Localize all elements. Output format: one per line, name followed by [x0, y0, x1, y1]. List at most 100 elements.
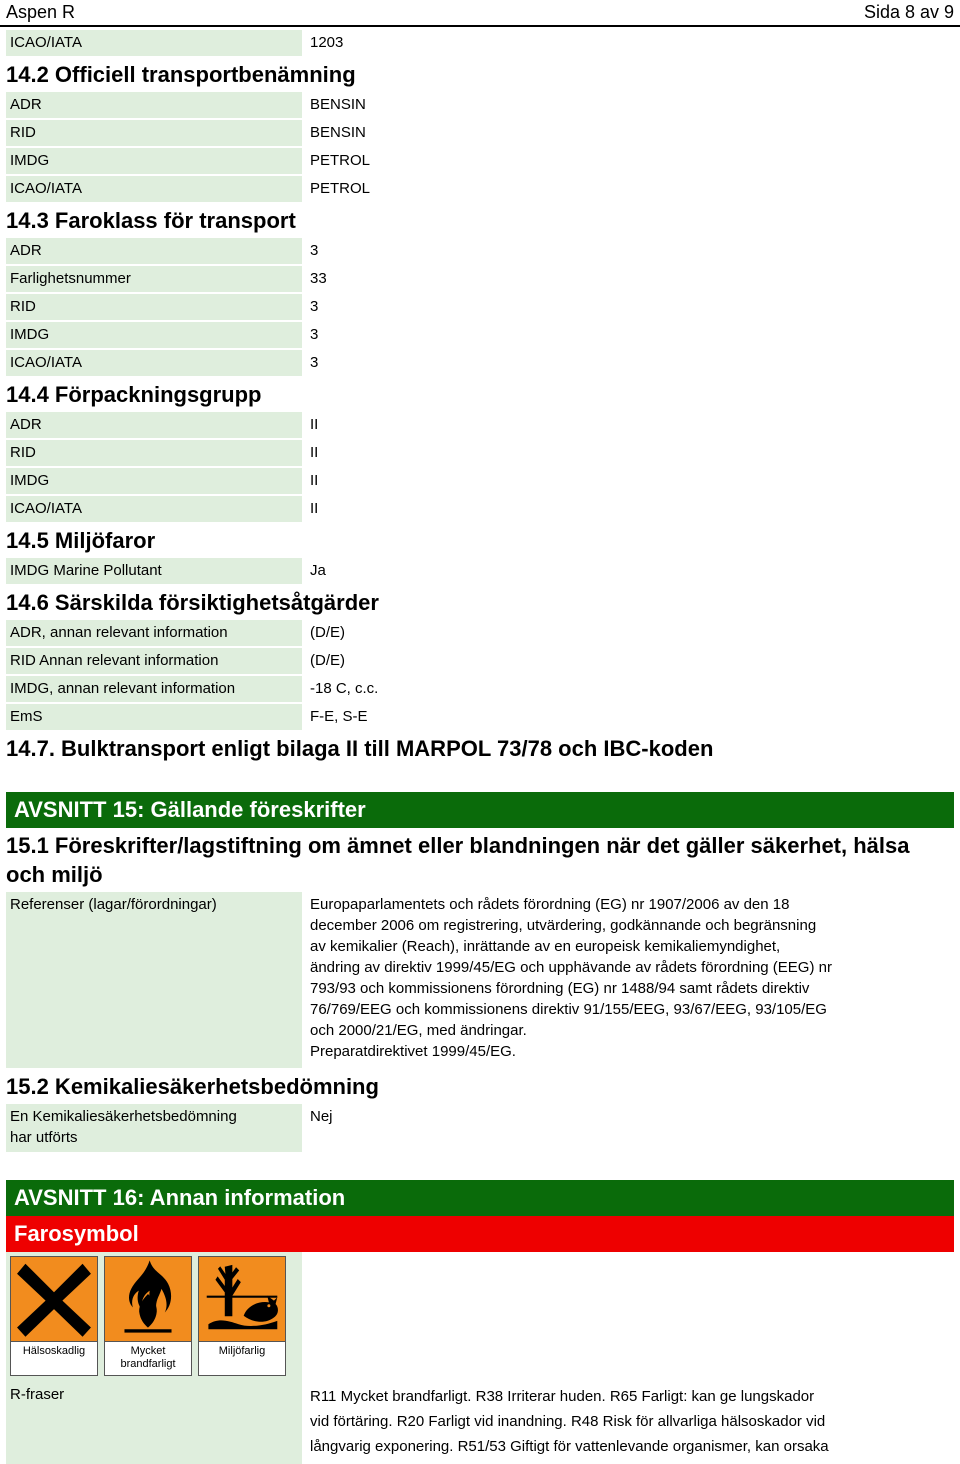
row-value: 3	[310, 354, 319, 371]
row-label: ADR	[6, 238, 302, 264]
hazard-pictogram: Miljöfarlig	[198, 1256, 286, 1376]
row-label: IMDG, annan relevant information	[6, 676, 302, 702]
row-label: IMDG Marine Pollutant	[6, 558, 302, 584]
content-rows: ICAO/IATA 1203	[0, 30, 960, 56]
table-row: ICAO/IATA 1203	[6, 30, 954, 56]
table-row: IMDG PETROL	[6, 148, 954, 174]
table-row: ADR, annan relevant information (D/E)	[6, 620, 954, 646]
row-label: ICAO/IATA	[6, 176, 302, 202]
r-phrase-line: vid förtäring. R20 Farligt vid inandning…	[310, 1413, 826, 1430]
row-value: BENSIN	[310, 96, 366, 113]
row-value: (D/E)	[310, 652, 345, 669]
row-label: RID	[6, 120, 302, 146]
row-label: RID	[6, 440, 302, 466]
row-value: 3	[310, 326, 319, 343]
row-label: IMDG	[6, 322, 302, 348]
table-row: IMDG, annan relevant information -18 C, …	[6, 676, 954, 702]
document-page: Aspen R Sida 8 av 9 ICAO/IATA 1203 14.2 …	[0, 0, 960, 1464]
row-label: RID	[6, 294, 302, 320]
reference-line: december 2006 om registrering, utvärderi…	[310, 917, 817, 934]
row-value: (D/E)	[310, 624, 345, 641]
row-label: ICAO/IATA	[6, 350, 302, 376]
table-row: ADR BENSIN	[6, 92, 954, 118]
row-value: BENSIN	[310, 124, 366, 141]
table-row: EmS F-E, S-E	[6, 704, 954, 730]
row-value: II	[310, 416, 319, 433]
row-label: Farlighetsnummer	[6, 266, 302, 292]
row-label: IMDG	[6, 148, 302, 174]
row-label-line: En Kemikaliesäkerhetsbedömning	[10, 1108, 237, 1125]
header-divider	[0, 25, 960, 27]
hazard-pictogram: Mycket brandfarligt	[104, 1256, 192, 1376]
row-label: ADR	[6, 412, 302, 438]
section-15-1-rows: Referenser (lagar/förordningar) Europapa…	[0, 892, 960, 1068]
reference-line: och 2000/21/EG, med ändringar.	[310, 1022, 527, 1039]
row-label: R-fraser	[6, 1382, 302, 1464]
row-label: ICAO/IATA	[6, 30, 302, 56]
r-phrase-line: R11 Mycket brandfarligt. R38 Irriterar h…	[310, 1388, 815, 1405]
section-heading-15-2: 15.2 Kemikaliesäkerhetsbedömning	[6, 1074, 379, 1099]
pictogram-caption: Hälsoskadlig	[11, 1342, 97, 1362]
table-row: ICAO/IATA 3	[6, 350, 954, 376]
table-row: IMDG II	[6, 468, 954, 494]
table-row: RID 3	[6, 294, 954, 320]
hazard-pictogram-panel: Hälsoskadlig Mycket brandfarligt Miljöfa…	[6, 1252, 302, 1382]
row-value: Europaparlamentets och rådets förordning…	[302, 892, 954, 1068]
hazard-pictogram-list: Hälsoskadlig Mycket brandfarligt Miljöfa…	[10, 1256, 298, 1376]
row-value: Ja	[310, 562, 326, 579]
section-15-2-rows: En Kemikaliesäkerhetsbedömning har utför…	[0, 1104, 960, 1152]
reference-line: av kemikalier (Reach), inrättande av en …	[310, 938, 781, 955]
pictogram-caption: Miljöfarlig	[199, 1342, 285, 1362]
pictogram-caption-line: brandfarligt	[120, 1358, 176, 1370]
st-andrews-cross-icon	[11, 1257, 97, 1342]
row-value: 33	[310, 270, 327, 287]
row-label: EmS	[6, 704, 302, 730]
row-label: ADR	[6, 92, 302, 118]
row-label: En Kemikaliesäkerhetsbedömning har utför…	[6, 1104, 302, 1152]
section-heading-14-6: 14.6 Särskilda försiktighetsåtgärder	[6, 590, 379, 615]
section-heading-14-7: 14.7. Bulktransport enligt bilaga II til…	[6, 736, 714, 761]
reference-line: 793/93 och kommissionens förordning (EG)…	[310, 980, 810, 997]
section-heading-15-1: 15.1 Föreskrifter/lagstiftning om ämnet …	[6, 833, 910, 887]
section-bar-avsnitt-15: AVSNITT 15: Gällande föreskrifter	[6, 792, 954, 828]
row-value: II	[310, 444, 319, 461]
flame-icon	[105, 1257, 191, 1342]
section-bar-farosymbol: Farosymbol	[6, 1216, 954, 1252]
reference-line: Preparatdirektivet 1999/45/EG.	[310, 1043, 516, 1060]
table-row: RID BENSIN	[6, 120, 954, 146]
row-label: IMDG	[6, 468, 302, 494]
row-value: 1203	[310, 34, 344, 51]
table-row: IMDG 3	[6, 322, 954, 348]
row-label: ADR, annan relevant information	[6, 620, 302, 646]
r-phrase-line: långvarig exponering. R51/53 Giftigt för…	[310, 1438, 829, 1455]
reference-line: ändring av direktiv 1999/45/EG och upphä…	[310, 959, 832, 976]
section-14-2-rows: ADR BENSIN RID BENSIN IMDG PETROL ICAO/I…	[0, 92, 960, 202]
reference-line: 76/769/EEG och kommissionens direktiv 91…	[310, 1001, 827, 1018]
row-value: 3	[310, 242, 319, 259]
table-row: ADR 3	[6, 238, 954, 264]
row-value: -18 C, c.c.	[310, 680, 379, 697]
table-row: RID II	[6, 440, 954, 466]
page-indicator: Sida 8 av 9	[863, 2, 954, 22]
row-label-line: har utförts	[10, 1129, 78, 1146]
row-value: F-E, S-E	[310, 708, 368, 725]
table-row: ICAO/IATA II	[6, 496, 954, 522]
section-14-6-rows: ADR, annan relevant information (D/E) RI…	[0, 620, 960, 730]
pictogram-caption: Mycket brandfarligt	[105, 1342, 191, 1375]
row-value: II	[310, 472, 319, 489]
section-heading-14-5: 14.5 Miljöfaror	[6, 528, 156, 553]
table-row: Referenser (lagar/förordningar) Europapa…	[6, 892, 954, 1068]
avsnitt-16-block: AVSNITT 16: Annan information Farosymbol…	[0, 1154, 960, 1464]
row-value: Nej	[310, 1108, 333, 1125]
table-row: ADR II	[6, 412, 954, 438]
document-header: Aspen R Sida 8 av 9	[0, 0, 960, 24]
row-label: Referenser (lagar/förordningar)	[6, 892, 302, 1068]
row-value: PETROL	[310, 152, 371, 169]
row-value: PETROL	[310, 180, 371, 197]
table-row: Farlighetsnummer 33	[6, 266, 954, 292]
section-heading-14-2: 14.2 Officiell transportbenämning	[6, 62, 356, 87]
r-phrases-row: R-fraser R11 Mycket brandfarligt. R38 Ir…	[0, 1382, 960, 1464]
table-row: RID Annan relevant information (D/E)	[6, 648, 954, 674]
pictogram-caption-line: Mycket	[130, 1345, 166, 1357]
